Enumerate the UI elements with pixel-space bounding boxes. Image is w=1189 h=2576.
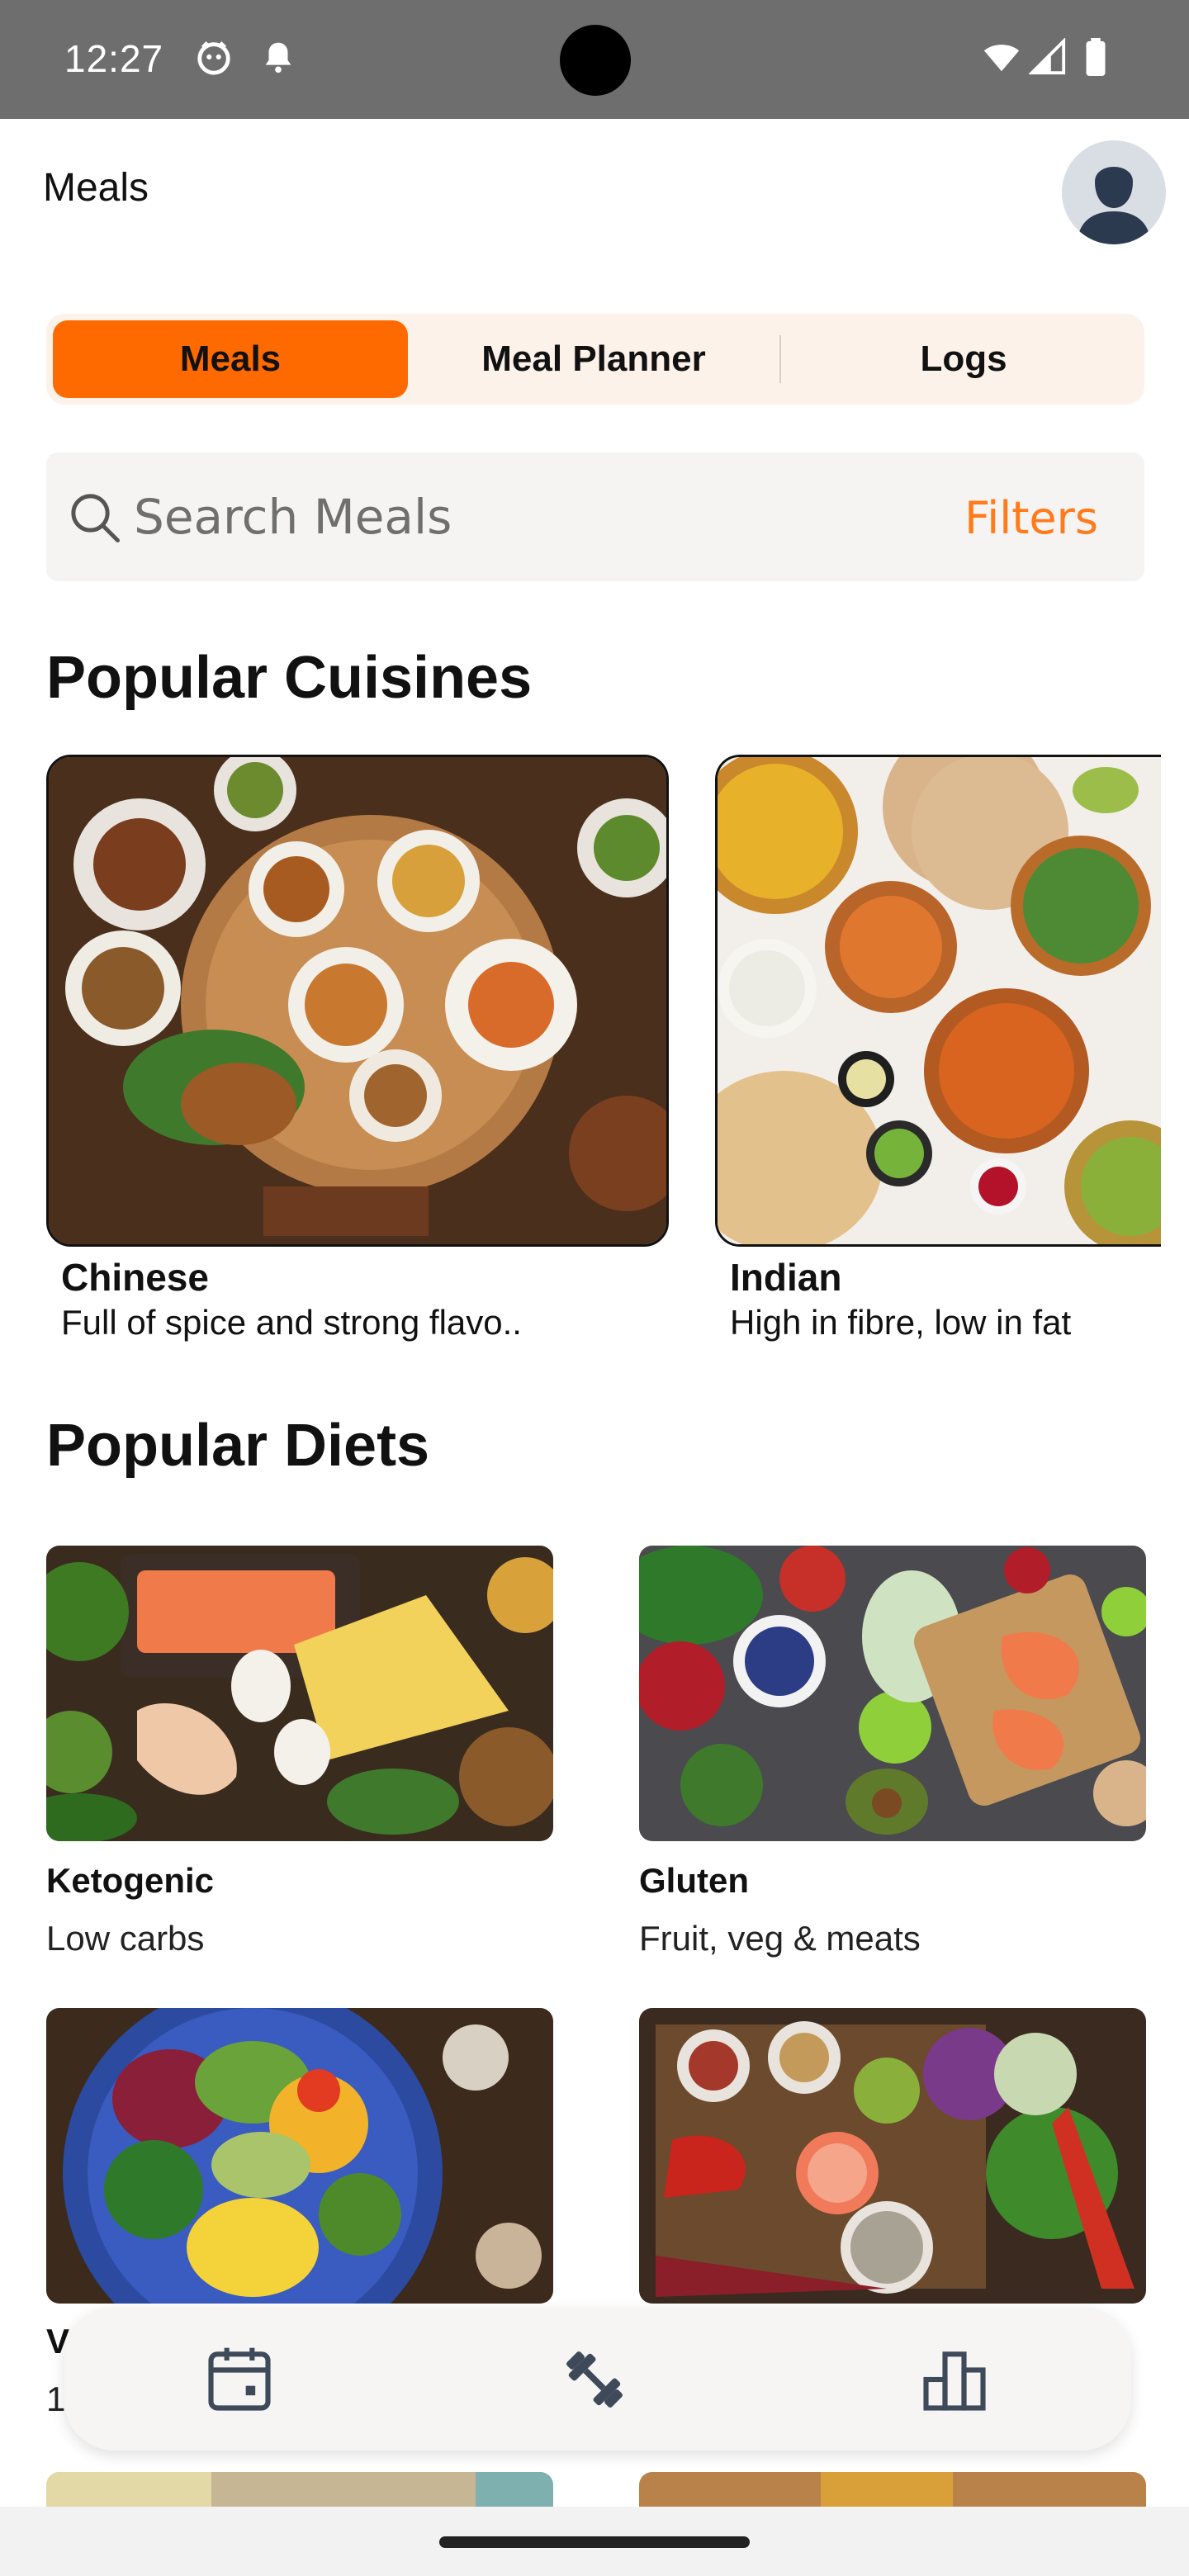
avatar[interactable] [1062,140,1166,244]
diet-name-gluten: Gluten [639,1861,749,1900]
signal-icon [1029,38,1066,75]
diet-card-ketogenic[interactable] [46,1546,553,1841]
diet-desc-gluten: Fruit, veg & meats [639,1919,921,1958]
diet-card-6-image [821,2472,953,2507]
vegetables-image [639,2008,1146,2304]
popular-diets-title: Popular Diets [46,1413,430,1479]
bell-icon [265,42,291,73]
cuisine-card-indian[interactable] [715,755,1161,1247]
popular-cuisines-title: Popular Cuisines [46,645,533,711]
indian-food-image [718,757,1161,1244]
tab-bar: Meals Meal Planner Logs [46,314,1144,405]
cuisine-name-chinese: Chinese [61,1256,209,1299]
tab-meal-planner[interactable]: Meal Planner [416,320,771,398]
gluten-food-image [639,1546,1146,1841]
diet-desc-ketogenic: Low carbs [46,1919,205,1958]
search-bar[interactable]: Search Meals Filters [46,452,1144,581]
battery-icon [1086,38,1106,76]
diet-card-6[interactable] [639,2472,1146,2507]
bar-chart-icon[interactable] [917,2342,992,2417]
status-bar: 12:27 [0,0,1189,119]
search-input[interactable]: Search Meals [134,489,452,545]
diet-card-gluten[interactable] [639,1546,1146,1841]
ketogenic-food-image [46,1546,553,1841]
chinese-food-image [49,757,666,1244]
dumbbell-icon[interactable] [557,2342,632,2417]
cuisine-name-indian: Indian [730,1256,842,1299]
cuisine-desc-chinese: Full of spice and strong flavo.. [61,1303,522,1342]
status-time: 12:27 [64,37,164,80]
cuisine-desc-indian: High in fibre, low in fat [730,1303,1072,1342]
cuisine-card-chinese[interactable] [46,755,669,1247]
camera-cutout [560,25,631,96]
wifi-icon [983,45,1020,72]
page-title: Meals [43,166,149,210]
calendar-icon[interactable] [201,2342,277,2417]
gesture-handle[interactable] [439,2536,750,2548]
diet-card-3[interactable] [46,2008,553,2304]
diet-card-5-image [46,2472,211,2507]
filters-button[interactable]: Filters [964,492,1098,544]
person-avatar-icon [1062,140,1166,244]
search-icon [71,494,120,542]
tab-meals[interactable]: Meals [53,320,408,398]
salad-bowl-image [46,2008,553,2304]
diet-card-5-image-part [476,2472,553,2507]
face-icon [197,41,230,75]
bottom-navigation [64,2307,1131,2451]
diet-card-4[interactable] [639,2008,1146,2304]
diet-card-5[interactable] [46,2472,553,2507]
diet-name-ketogenic: Ketogenic [46,1861,215,1900]
tab-logs[interactable]: Logs [786,320,1141,398]
tab-divider [779,335,781,383]
